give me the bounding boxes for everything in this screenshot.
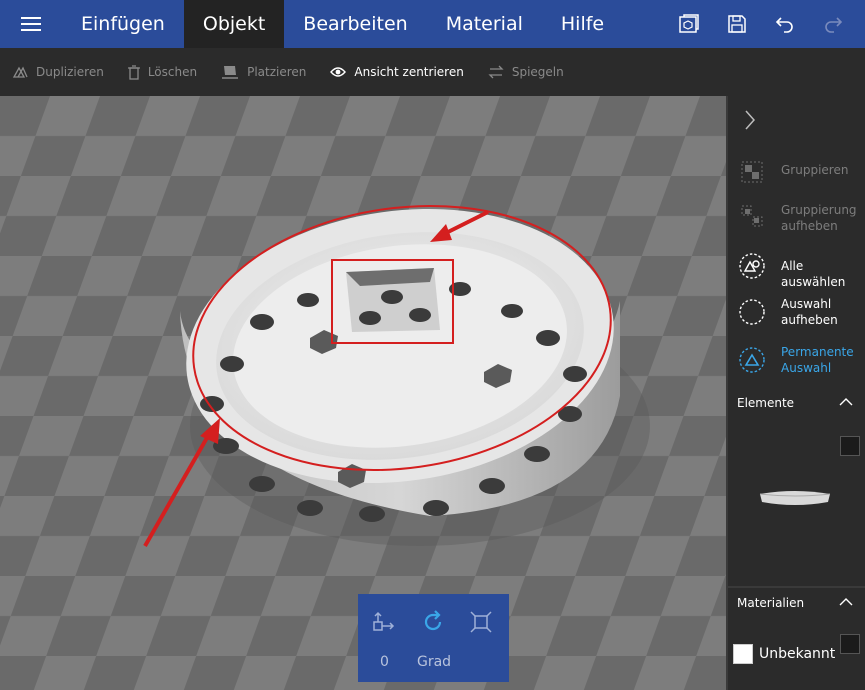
rotation-control: 0 Grad	[358, 594, 509, 682]
rotation-value: 0	[380, 654, 389, 670]
save-button[interactable]	[713, 0, 761, 48]
elements-list[interactable]	[728, 416, 865, 584]
element-thumbnail[interactable]	[756, 488, 834, 508]
chevron-up-icon[interactable]	[839, 398, 853, 406]
save-icon	[728, 15, 746, 33]
menu-bearbeiten[interactable]: Bearbeiten	[284, 0, 426, 48]
center-view-button[interactable]: Ansicht zentrieren	[330, 65, 464, 79]
chevron-up-icon[interactable]	[839, 598, 853, 606]
trash-icon	[127, 64, 140, 80]
undo-icon	[775, 17, 793, 33]
delete-button[interactable]: Löschen	[127, 64, 198, 80]
ungroup-icon	[741, 205, 763, 227]
menu-einfuegen[interactable]: Einfügen	[62, 0, 184, 48]
duplicate-label: Duplizieren	[36, 65, 104, 79]
place-icon	[222, 66, 239, 79]
move-axis-icon[interactable]	[372, 610, 396, 634]
rotate-icon[interactable]	[421, 610, 445, 634]
elements-section-header[interactable]: Elemente	[728, 388, 865, 418]
scale-icon[interactable]	[469, 610, 493, 634]
materials-title: Materialien	[737, 596, 805, 610]
delete-label: Löschen	[147, 65, 198, 79]
ungroup-label: Gruppierung aufheben	[781, 203, 857, 233]
permanent-selection-icon	[739, 347, 765, 373]
menu-bar: Einfügen Objekt Bearbeiten Material Hilf…	[0, 0, 865, 48]
3d-view-icon	[679, 14, 699, 33]
duplicate-icon	[12, 66, 28, 78]
hamburger-icon	[21, 23, 41, 25]
place-label: Platzieren	[247, 65, 307, 79]
permanent-selection-label: Permanente Auswahl	[781, 345, 854, 375]
menu-hilfe[interactable]: Hilfe	[542, 0, 623, 48]
deselect-icon	[739, 299, 765, 325]
mirror-label: Spiegeln	[511, 65, 564, 79]
mirror-button[interactable]: Spiegeln	[488, 65, 564, 79]
material-row[interactable]: Unbekannt	[733, 644, 835, 664]
redo-button[interactable]	[809, 0, 857, 48]
select-all-label: Alle auswählen	[781, 259, 846, 289]
object-toolbar: Duplizieren Löschen Platzieren Ansicht z…	[0, 48, 865, 96]
undo-button[interactable]	[761, 0, 809, 48]
elements-title: Elemente	[737, 396, 795, 410]
material-name: Unbekannt	[759, 646, 836, 662]
eye-icon	[330, 67, 347, 77]
menu-objekt[interactable]: Objekt	[183, 0, 285, 48]
hamburger-menu-button[interactable]	[0, 0, 62, 48]
material-swatch	[733, 644, 753, 664]
menu-material[interactable]: Material	[427, 0, 542, 48]
materials-color-swatch[interactable]	[840, 634, 860, 654]
group-label: Gruppieren	[781, 163, 849, 177]
place-button[interactable]: Platzieren	[221, 64, 306, 80]
side-panel: Gruppieren Gruppierung aufheben Alle aus…	[726, 96, 865, 690]
mirror-icon	[488, 65, 504, 79]
collapse-panel-icon[interactable]	[744, 110, 756, 130]
deselect-label: Auswahl aufheben	[781, 297, 838, 327]
group-icon	[741, 161, 763, 183]
redo-icon	[825, 17, 843, 33]
center-view-label: Ansicht zentrieren	[354, 65, 464, 79]
select-all-icon	[739, 253, 765, 279]
materials-section-header[interactable]: Materialien	[728, 586, 865, 616]
duplicate-button[interactable]: Duplizieren	[12, 65, 104, 79]
3d-view-button[interactable]	[665, 0, 713, 48]
rotation-unit: Grad	[417, 654, 452, 670]
